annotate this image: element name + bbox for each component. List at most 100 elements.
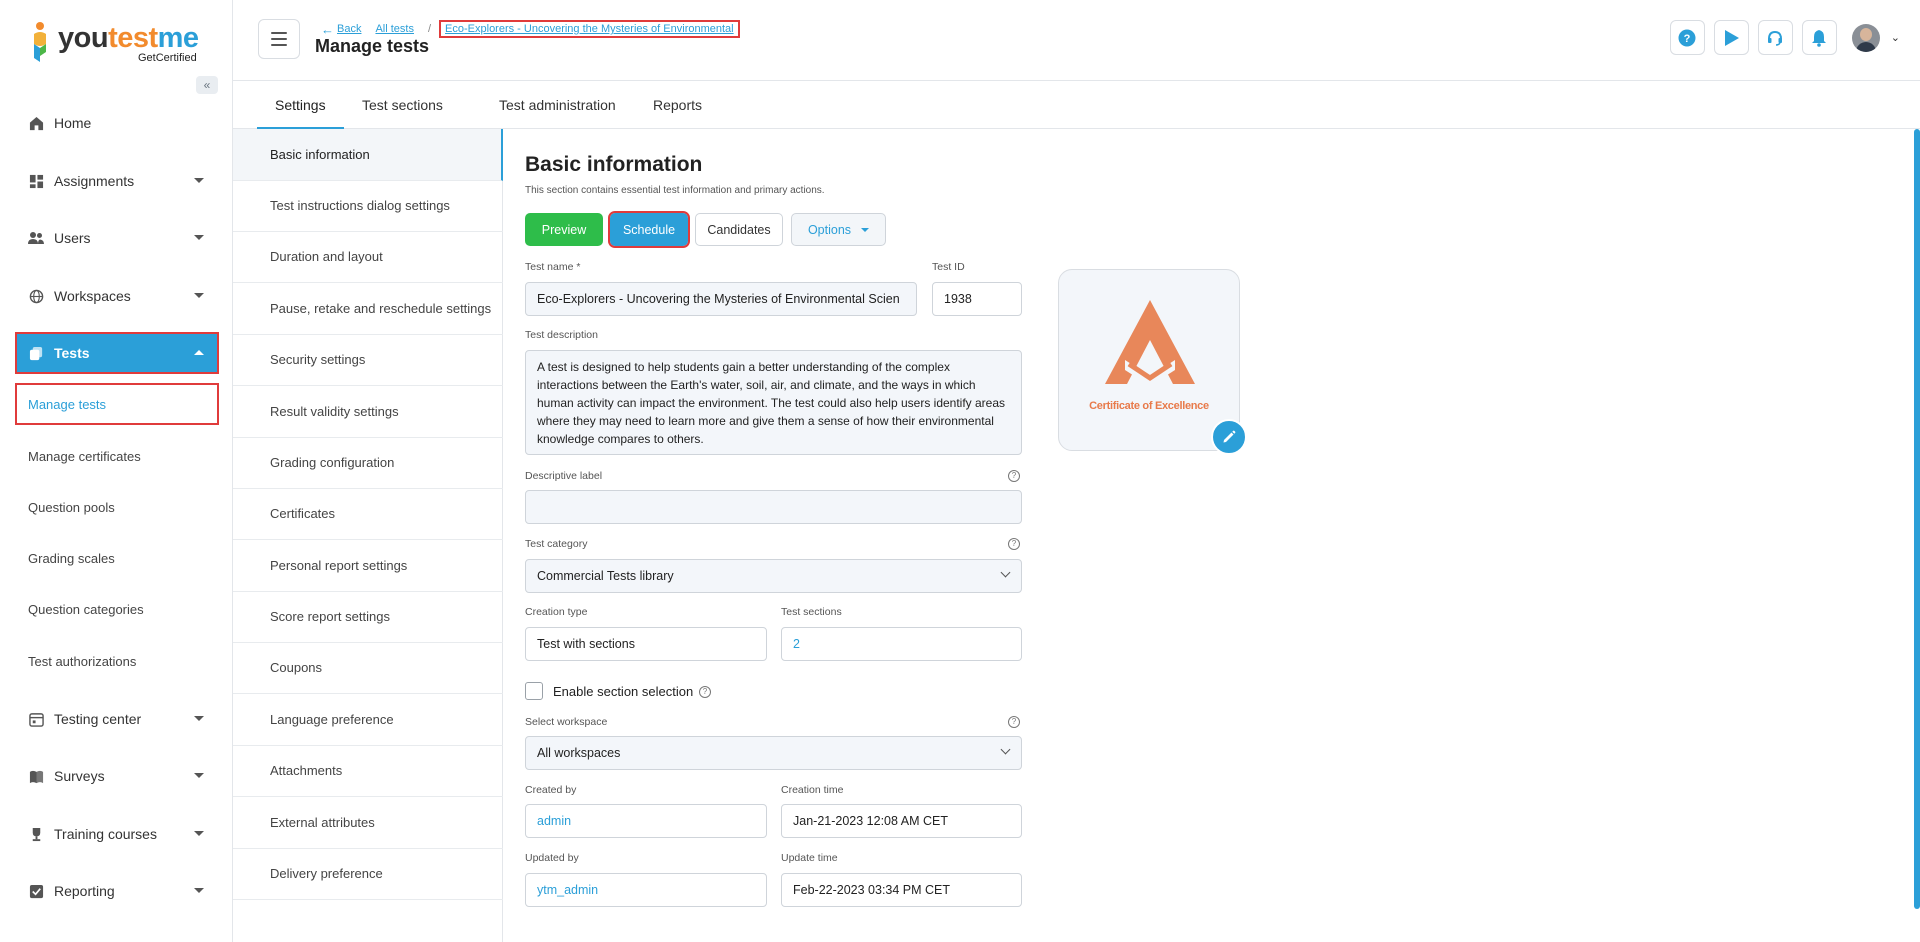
preview-button[interactable]: Preview [525, 213, 603, 246]
test-sections-field[interactable]: 2 [781, 627, 1022, 661]
test-description-textarea[interactable]: A test is designed to help students gain… [525, 350, 1022, 455]
sidebar-subitem-grading-scales[interactable]: Grading scales [16, 538, 218, 578]
certificate-logo-icon [1105, 300, 1195, 386]
update-time-field: Feb-22-2023 03:34 PM CET [781, 873, 1022, 907]
trophy-icon [28, 826, 44, 842]
schedule-button[interactable]: Schedule [608, 211, 690, 248]
tab-test-administration[interactable]: Test administration [481, 82, 634, 129]
chevron-down-icon [194, 178, 204, 183]
back-link[interactable]: Back [337, 23, 361, 35]
hamburger-icon-line [271, 44, 287, 46]
sidebar-subitem-question-categories[interactable]: Question categories [16, 589, 218, 629]
creation-type-label: Creation type [525, 606, 588, 618]
chevron-down-icon [1000, 744, 1011, 755]
chevron-down-icon [194, 888, 204, 893]
sidebar-item-label: Workspaces [54, 288, 131, 304]
created-by-field[interactable]: admin [525, 804, 767, 838]
settings-item-duration-layout[interactable]: Duration and layout [233, 231, 503, 283]
enable-section-selection-checkbox[interactable] [525, 682, 543, 700]
sidebar-subitem-manage-certificates[interactable]: Manage certificates [16, 436, 218, 476]
help-button[interactable]: ? [1669, 20, 1705, 55]
notifications-button[interactable] [1801, 20, 1837, 55]
breadcrumb-all-tests[interactable]: All tests [375, 23, 414, 35]
options-label: Options [807, 222, 852, 237]
settings-item-test-instructions[interactable]: Test instructions dialog settings [233, 180, 503, 232]
updated-by-field[interactable]: ytm_admin [525, 873, 767, 907]
home-icon [28, 115, 44, 131]
settings-item-grading-configuration[interactable]: Grading configuration [233, 437, 503, 489]
globe-icon [28, 288, 44, 304]
sidebar-item-surveys[interactable]: Surveys [16, 756, 218, 796]
settings-item-basic-information[interactable]: Basic information [233, 129, 503, 181]
descriptive-label-input[interactable] [525, 490, 1022, 524]
settings-item-personal-report[interactable]: Personal report settings [233, 540, 503, 592]
tab-test-sections[interactable]: Test sections [344, 82, 461, 129]
survey-icon [28, 768, 44, 784]
settings-item-certificates[interactable]: Certificates [233, 488, 503, 540]
settings-item-score-report[interactable]: Score report settings [233, 591, 503, 643]
sidebar-item-reporting[interactable]: Reporting [16, 871, 218, 911]
page-title: Manage tests [315, 36, 430, 56]
logo-wordmark: youtestme [58, 22, 199, 54]
sidebar-item-label: Reporting [54, 883, 115, 899]
options-button[interactable]: Options [791, 213, 886, 246]
chevron-down-icon[interactable]: ⌄ [1891, 31, 1900, 44]
avatar[interactable] [1851, 23, 1880, 52]
page-scrollbar[interactable] [1914, 129, 1920, 909]
sidebar-item-home[interactable]: Home [16, 103, 218, 143]
sidebar-item-tests[interactable]: Tests [15, 332, 219, 374]
sidebar-subitem-manage-tests[interactable]: Manage tests [15, 383, 219, 425]
breadcrumb-current-test[interactable]: Eco-Explorers - Uncovering the Mysteries… [439, 20, 740, 38]
help-circle-icon[interactable]: ? [1008, 538, 1020, 550]
sidebar-item-label: Surveys [54, 768, 105, 784]
arrow-left-icon[interactable]: ← [321, 22, 334, 37]
certificate-image-card: Certificate of Excellence [1058, 269, 1240, 451]
collapse-sidebar-button[interactable]: « [196, 76, 218, 94]
settings-item-delivery-preference[interactable]: Delivery preference [233, 848, 503, 900]
settings-item-coupons[interactable]: Coupons [233, 642, 503, 694]
settings-item-pause-retake[interactable]: Pause, retake and reschedule settings [233, 283, 503, 335]
sidebar-item-training-courses[interactable]: Training courses [16, 814, 218, 854]
section-title: Basic information [525, 153, 703, 176]
sidebar-subitem-question-pools[interactable]: Question pools [16, 487, 218, 527]
help-circle-icon[interactable]: ? [1008, 716, 1020, 728]
tab-reports[interactable]: Reports [635, 82, 720, 129]
help-circle-icon[interactable]: ? [1008, 470, 1020, 482]
tab-settings[interactable]: Settings [257, 82, 344, 129]
tests-icon [28, 345, 44, 361]
settings-item-language-preference[interactable]: Language preference [233, 694, 503, 746]
chevron-down-icon [194, 235, 204, 240]
sidebar-item-testing-center[interactable]: Testing center [16, 699, 218, 739]
test-id-field: 1938 [932, 282, 1022, 316]
hamburger-icon [271, 32, 287, 34]
sidebar-item-label: Assignments [54, 173, 135, 189]
settings-item-external-attributes[interactable]: External attributes [233, 797, 503, 849]
test-id-label: Test ID [932, 261, 965, 273]
select-workspace-label: Select workspace [525, 716, 608, 728]
breadcrumb-separator: / [427, 23, 432, 35]
sidebar-item-label: Users [54, 230, 91, 246]
sidebar-item-assignments[interactable]: Assignments [16, 161, 218, 201]
select-workspace-select[interactable]: All workspaces [525, 736, 1022, 770]
logo-subtitle: GetCertified [138, 52, 197, 64]
settings-item-attachments[interactable]: Attachments [233, 745, 503, 797]
sidebar-item-workspaces[interactable]: Workspaces [16, 276, 218, 316]
main-tabs: Settings Test sections Test administrati… [233, 82, 1920, 129]
top-header: ← Back All tests / Eco-Explorers - Uncov… [233, 0, 1920, 81]
chevron-down-icon [194, 773, 204, 778]
candidates-button[interactable]: Candidates [695, 213, 783, 246]
svg-text:?: ? [1684, 33, 1691, 45]
support-button[interactable] [1757, 20, 1793, 55]
help-circle-icon[interactable]: ? [699, 686, 711, 698]
test-category-select[interactable]: Commercial Tests library [525, 559, 1022, 593]
settings-item-result-validity[interactable]: Result validity settings [233, 386, 503, 438]
menu-toggle-button[interactable] [258, 19, 300, 59]
play-button[interactable] [1713, 20, 1749, 55]
sidebar-item-users[interactable]: Users [16, 218, 218, 258]
sidebar: youtestme GetCertified « Home Assignment… [0, 0, 233, 942]
test-name-input[interactable]: Eco-Explorers - Uncovering the Mysteries… [525, 282, 917, 316]
sidebar-subitem-test-authorizations[interactable]: Test authorizations [16, 641, 218, 681]
edit-certificate-image-button[interactable] [1211, 419, 1247, 455]
settings-item-security[interactable]: Security settings [233, 334, 503, 386]
headset-icon [1768, 30, 1783, 46]
